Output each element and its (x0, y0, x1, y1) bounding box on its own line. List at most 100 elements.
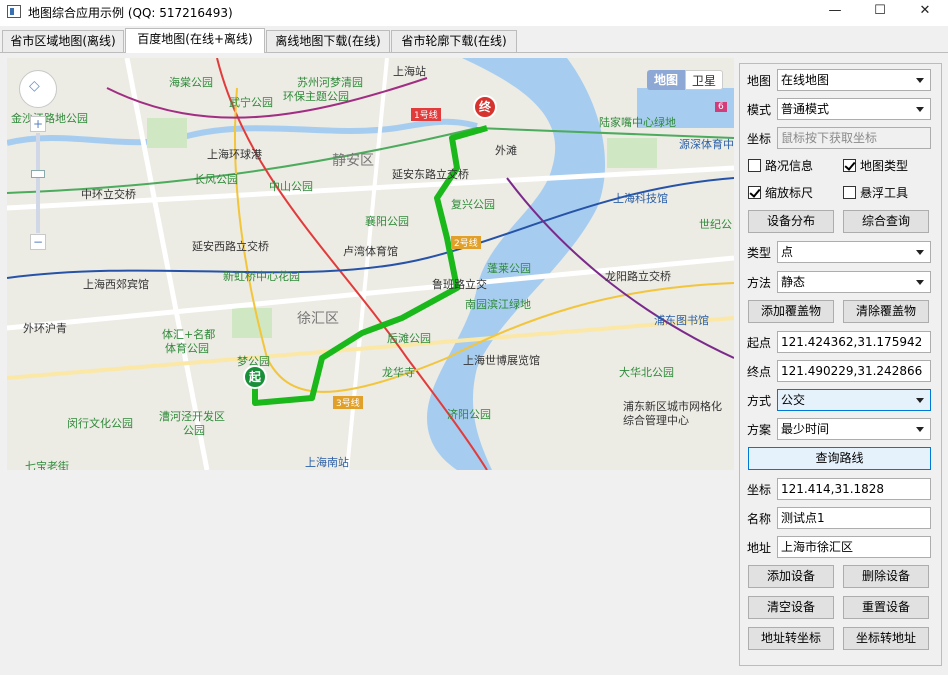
tab-province-offline[interactable]: 省市区域地图(离线) (2, 30, 124, 52)
type-select[interactable]: 点 (777, 241, 931, 263)
pan-arrows-icon: ◇ (29, 78, 40, 94)
end-marker[interactable]: 终 (473, 95, 497, 119)
plan-label: 方案 (747, 423, 772, 437)
road-label: 龙阳路立交桥 (605, 270, 671, 283)
scale-checkbox[interactable]: 缩放标尺 (748, 185, 813, 201)
baidu-map-view[interactable]: 静安区 徐汇区 海棠公园 苏州河梦清园 环保主题公园 武宁公园 金沙江路地公园 … (7, 58, 734, 470)
zoom-out-button[interactable]: − (30, 234, 46, 250)
clear-device-button[interactable]: 清空设备 (748, 596, 834, 619)
tab-outline-download[interactable]: 省市轮廓下载(在线) (391, 30, 517, 52)
maptype-checkbox[interactable]: 地图类型 (843, 158, 908, 174)
park-label: 七宝老街 (25, 460, 69, 470)
address-label: 地址 (747, 541, 772, 555)
scale-label: 缩放标尺 (765, 186, 814, 200)
add-device-button[interactable]: 添加设备 (748, 565, 834, 588)
tab-baidu-map[interactable]: 百度地图(在线+离线) (125, 28, 265, 53)
map-select[interactable]: 在线地图 (777, 69, 931, 91)
method-select[interactable]: 静态 (777, 271, 931, 293)
start-marker[interactable]: 起 (243, 365, 267, 389)
road-label: 延安东路立交桥 (392, 168, 469, 181)
delete-device-button[interactable]: 删除设备 (843, 565, 929, 588)
type-label: 类型 (747, 246, 772, 260)
zoom-slider[interactable] (36, 133, 40, 233)
coord-label: 坐标 (747, 132, 772, 146)
tab-offline-download[interactable]: 离线地图下载(在线) (266, 30, 390, 52)
maximize-button[interactable]: ☐ (857, 0, 903, 24)
coord-to-address-button[interactable]: 坐标转地址 (843, 627, 929, 650)
app-icon (7, 5, 21, 18)
control-panel: 地图 在线地图 模式 普通模式 坐标 鼠标按下获取坐标 路况信息 地图类型 缩放… (739, 63, 942, 666)
poi-label: 上海西郊宾馆 (83, 278, 149, 291)
maptype-label: 地图类型 (860, 159, 909, 173)
park-label: 新虹桥中心花园 (223, 270, 300, 283)
address-field[interactable]: 上海市徐汇区 (777, 536, 931, 558)
float-tool-label: 悬浮工具 (860, 186, 909, 200)
road-label: 中环立交桥 (81, 188, 136, 201)
map-label: 地图 (747, 74, 772, 88)
park-label: 龙华寺 (382, 366, 415, 379)
poi-label: 综合管理中心 (623, 414, 689, 427)
tab-content: 静安区 徐汇区 海棠公园 苏州河梦清园 环保主题公园 武宁公园 金沙江路地公园 … (0, 52, 948, 675)
float-tool-checkbox[interactable]: 悬浮工具 (843, 185, 908, 201)
metro-label: 3号线 (333, 396, 363, 409)
checkbox-icon (748, 159, 761, 172)
checkbox-checked-icon (748, 186, 761, 199)
title-bar: 地图综合应用示例 (QQ: 517216493) — ☐ ✕ (0, 0, 948, 26)
mode-select[interactable]: 普通模式 (777, 98, 931, 120)
green-area-1 (232, 308, 272, 338)
zoom-in-button[interactable]: + (30, 116, 46, 132)
add-overlay-button[interactable]: 添加覆盖物 (748, 300, 834, 323)
park-label: 襄阳公园 (365, 215, 409, 228)
park-label: 蓬莱公园 (487, 262, 531, 275)
traffic-checkbox[interactable]: 路况信息 (748, 158, 813, 174)
park-label: 闵行文化公园 (67, 417, 133, 430)
reset-device-button[interactable]: 重置设备 (843, 596, 929, 619)
query-route-button[interactable]: 查询路线 (748, 447, 931, 470)
device-coord-label: 坐标 (747, 483, 772, 497)
coord-field[interactable]: 鼠标按下获取坐标 (777, 127, 931, 149)
checkbox-icon (843, 186, 856, 199)
park-label: 中山公园 (269, 180, 313, 193)
start-field[interactable]: 121.424362,31.175942 (777, 331, 931, 353)
park-label: 济阳公园 (447, 408, 491, 421)
start-label: 起点 (747, 336, 772, 350)
park-label: 环保主题公园 (283, 90, 349, 103)
close-button[interactable]: ✕ (902, 0, 948, 24)
zoom-slider-thumb[interactable] (31, 170, 45, 178)
map-type-satellite-button[interactable]: 卫星 (685, 70, 723, 90)
poi-label: 上海南站 (305, 456, 349, 469)
park-label: 金沙江路地公园 (11, 112, 88, 125)
mode-label: 模式 (747, 103, 772, 117)
checkbox-checked-icon (843, 159, 856, 172)
road-label: 外环沪青 (23, 322, 67, 335)
way-select[interactable]: 公交 (777, 389, 931, 411)
road-label: 鲁班路立交 (432, 278, 487, 291)
pan-control[interactable]: ◇ (19, 70, 57, 108)
park-label: 武宁公园 (229, 96, 273, 109)
park-label: 陆家嘴中心绿地 (599, 116, 676, 129)
road-label: 上海环球港 (207, 148, 262, 161)
device-distribution-button[interactable]: 设备分布 (748, 210, 834, 233)
minimize-button[interactable]: — (812, 0, 858, 24)
device-coord-field[interactable]: 121.414,31.1828 (777, 478, 931, 500)
query-button[interactable]: 综合查询 (843, 210, 929, 233)
poi-label: 上海世博展览馆 (463, 354, 540, 367)
name-label: 名称 (747, 512, 772, 526)
traffic-label: 路况信息 (765, 159, 814, 173)
name-field[interactable]: 测试点1 (777, 507, 931, 529)
window-title: 地图综合应用示例 (QQ: 517216493) (28, 6, 233, 20)
end-label: 终点 (747, 365, 772, 379)
metro-label: 6 (715, 102, 727, 112)
address-to-coord-button[interactable]: 地址转坐标 (748, 627, 834, 650)
park-label: 海棠公园 (169, 76, 213, 89)
park-label: 世纪公 (699, 218, 732, 231)
clear-overlay-button[interactable]: 清除覆盖物 (843, 300, 929, 323)
green-area-2 (147, 118, 187, 148)
plan-select[interactable]: 最少时间 (777, 418, 931, 440)
metro-label: 2号线 (451, 236, 481, 249)
end-field[interactable]: 121.490229,31.242866 (777, 360, 931, 382)
poi-label: 卢湾体育馆 (343, 245, 398, 258)
park-label: 大华北公园 (619, 366, 674, 379)
poi-label: 浦东图书馆 (654, 314, 709, 327)
map-type-map-button[interactable]: 地图 (647, 70, 685, 90)
